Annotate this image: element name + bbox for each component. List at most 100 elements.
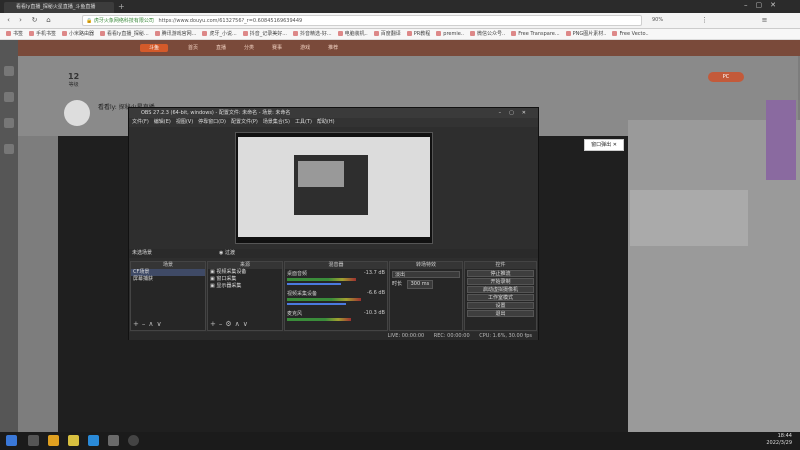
bookmark-favicon-icon (293, 31, 299, 36)
mixer-channel: 麦克风 -10.3 dB (285, 309, 387, 322)
cpu-fps: CPU: 1.6%, 30.00 fps (479, 333, 532, 339)
site-nav-item[interactable]: 首页 (188, 45, 198, 51)
obs-status-bar: LIVE: 00:00:00 REC: 00:00:00 CPU: 1.6%, … (129, 332, 538, 340)
bookmark-item[interactable]: 看看ly直播_探秘... (100, 29, 149, 39)
zoom-level[interactable]: 90% (652, 17, 663, 23)
bookmark-item[interactable]: 手机书签 (29, 29, 56, 39)
preview-nested-canvas (298, 161, 344, 187)
bookmark-item[interactable]: PNG图片素材.. (565, 29, 606, 39)
bookmark-item[interactable]: 小米路由器 (62, 29, 94, 39)
settings-button[interactable]: 设置 (467, 302, 534, 309)
scene-item[interactable]: 屏幕捕获 (131, 276, 205, 283)
bookmarks-bar: 书签 手机书签 小米路由器 看看ly直播_探秘... 腾讯游戏官网... 虎牙_小说...… (0, 29, 800, 40)
site-nav-item[interactable]: 游戏 (300, 45, 310, 51)
lock-icon: 🔒 (86, 18, 93, 24)
obs-menu-item[interactable]: 配置文件(P) (231, 119, 258, 125)
forward-icon[interactable]: › (16, 16, 25, 25)
bookmark-item[interactable]: 微信公众号.. (470, 29, 505, 39)
window-controls[interactable]: –▢✕ (744, 1, 796, 9)
start-menu-icon[interactable] (6, 435, 17, 446)
transitions-dock-title: 转场特效 (390, 262, 462, 269)
bookmark-item[interactable]: 抖音精选-好... (293, 29, 332, 39)
obs-menu-item[interactable]: 场景集合(S) (263, 119, 290, 125)
browser-tab[interactable]: 看看ly直播_探秘火星直播_斗鱼直播 (4, 2, 114, 13)
bookmark-favicon-icon (511, 31, 517, 36)
obs-window-controls[interactable]: –▢✕ (499, 108, 534, 118)
avatar[interactable] (64, 100, 90, 126)
bookmark-favicon-icon (29, 31, 35, 36)
bookmark-item[interactable]: 书签 (6, 29, 23, 39)
home-icon[interactable]: ⌂ (44, 16, 53, 25)
obs-menu-item[interactable]: 文件(F) (132, 119, 149, 125)
volume-slider[interactable] (287, 303, 346, 305)
site-nav-item[interactable]: 分类 (244, 45, 254, 51)
tab-title: 看看ly直播_探秘火星直播_斗鱼直播 (16, 4, 96, 10)
site-logo[interactable]: 斗鱼 (140, 44, 168, 52)
browser-icon[interactable] (88, 435, 99, 446)
transition-radio[interactable]: ◉ 过渡 (219, 249, 235, 258)
volume-slider[interactable] (287, 283, 341, 285)
obs-menu-item[interactable]: 工具(T) (295, 119, 312, 125)
scene-item[interactable]: CF场景 (131, 269, 205, 276)
sidebar-category-icon[interactable] (4, 118, 14, 128)
stop-streaming-button[interactable]: 停止推流 (467, 270, 534, 277)
bookmark-favicon-icon (436, 31, 442, 36)
pc-client-button[interactable]: PC (708, 72, 744, 82)
file-explorer-icon[interactable] (48, 435, 59, 446)
scenes-dock: 场景 CF场景 屏幕捕获 +–∧∨ (130, 261, 206, 331)
chat-panel (628, 100, 800, 432)
chat-messages (630, 190, 748, 246)
bookmark-favicon-icon (62, 31, 68, 36)
app-icon-2[interactable] (108, 435, 119, 446)
bookmark-item[interactable]: premie.. (436, 29, 464, 39)
source-item[interactable]: ▣ 视频采集设备 (208, 269, 282, 276)
bookmark-favicon-icon (373, 31, 379, 36)
bookmark-item[interactable]: 百度翻译 (373, 29, 401, 39)
address-bar[interactable]: 🔒 虎牙火象网络科技有限公司 https://www.douyu.com/613… (82, 15, 642, 26)
obs-preview[interactable] (235, 132, 433, 244)
app-icon-1[interactable] (68, 435, 79, 446)
scene-toolbar[interactable]: +–∧∨ (133, 320, 165, 328)
exit-button[interactable]: 退出 (467, 310, 534, 317)
obs-titlebar: OBS 27.2.3 (64-bit, windows) - 配置文件: 未命名… (129, 108, 538, 118)
bookmark-item[interactable]: 腾讯游戏官网... (154, 29, 196, 39)
search-icon[interactable] (28, 435, 39, 446)
bookmark-item[interactable]: 虎牙_小说... (202, 29, 237, 39)
menu-icon[interactable]: ≡ (760, 16, 769, 25)
obs-taskbar-icon[interactable] (128, 435, 139, 446)
duration-input[interactable]: 300 ms (406, 280, 434, 289)
system-clock[interactable]: 18:44 2022/3/29 (766, 433, 792, 447)
obs-menu-item[interactable]: 帮助(H) (317, 119, 335, 125)
studio-mode-button[interactable]: 工作室模式 (467, 294, 534, 301)
rec-timer: REC: 00:00:00 (433, 333, 470, 339)
site-nav-item[interactable]: 赛事 (272, 45, 282, 51)
sidebar-live-icon[interactable] (4, 66, 14, 76)
back-icon[interactable]: ‹ (4, 16, 13, 25)
source-item[interactable]: ▣ 显示器采集 (208, 283, 282, 290)
promo-banner[interactable] (766, 100, 796, 180)
extension-icon[interactable]: ⋮ (700, 16, 709, 25)
transition-select[interactable]: 淡出 (392, 271, 460, 278)
sidebar-game-icon[interactable] (4, 144, 14, 154)
site-nav-item[interactable]: 推荐 (328, 45, 338, 51)
source-toolbar[interactable]: +–⚙∧∨ (210, 320, 251, 328)
bookmark-item[interactable]: PR教程 (406, 29, 430, 39)
bookmark-item[interactable]: 电脑装机.. (337, 29, 368, 39)
bookmark-item[interactable]: Free Transpare... (511, 29, 560, 39)
bookmark-favicon-icon (242, 31, 248, 36)
bookmark-item[interactable]: 抖音_记录美好... (242, 29, 287, 39)
popout-window-button[interactable]: 窗口弹出 ✕ (584, 139, 624, 151)
new-tab-icon[interactable]: + (118, 2, 125, 11)
start-recording-button[interactable]: 开始录制 (467, 278, 534, 285)
bookmark-favicon-icon (100, 31, 106, 36)
source-item[interactable]: ▣ 窗口采集 (208, 276, 282, 283)
left-sidebar (0, 40, 18, 432)
sidebar-follow-icon[interactable] (4, 92, 14, 102)
obs-menu-item[interactable]: 视图(V) (176, 119, 193, 125)
obs-menu-item[interactable]: 编辑(E) (154, 119, 171, 125)
reload-icon[interactable]: ↻ (30, 16, 39, 25)
virtual-camera-button[interactable]: 启动虚拟摄像机 (467, 286, 534, 293)
site-nav-item[interactable]: 直播 (216, 45, 226, 51)
bookmark-item[interactable]: Free Vecto.. (612, 29, 649, 39)
obs-menu-item[interactable]: 停靠窗口(D) (198, 119, 226, 125)
